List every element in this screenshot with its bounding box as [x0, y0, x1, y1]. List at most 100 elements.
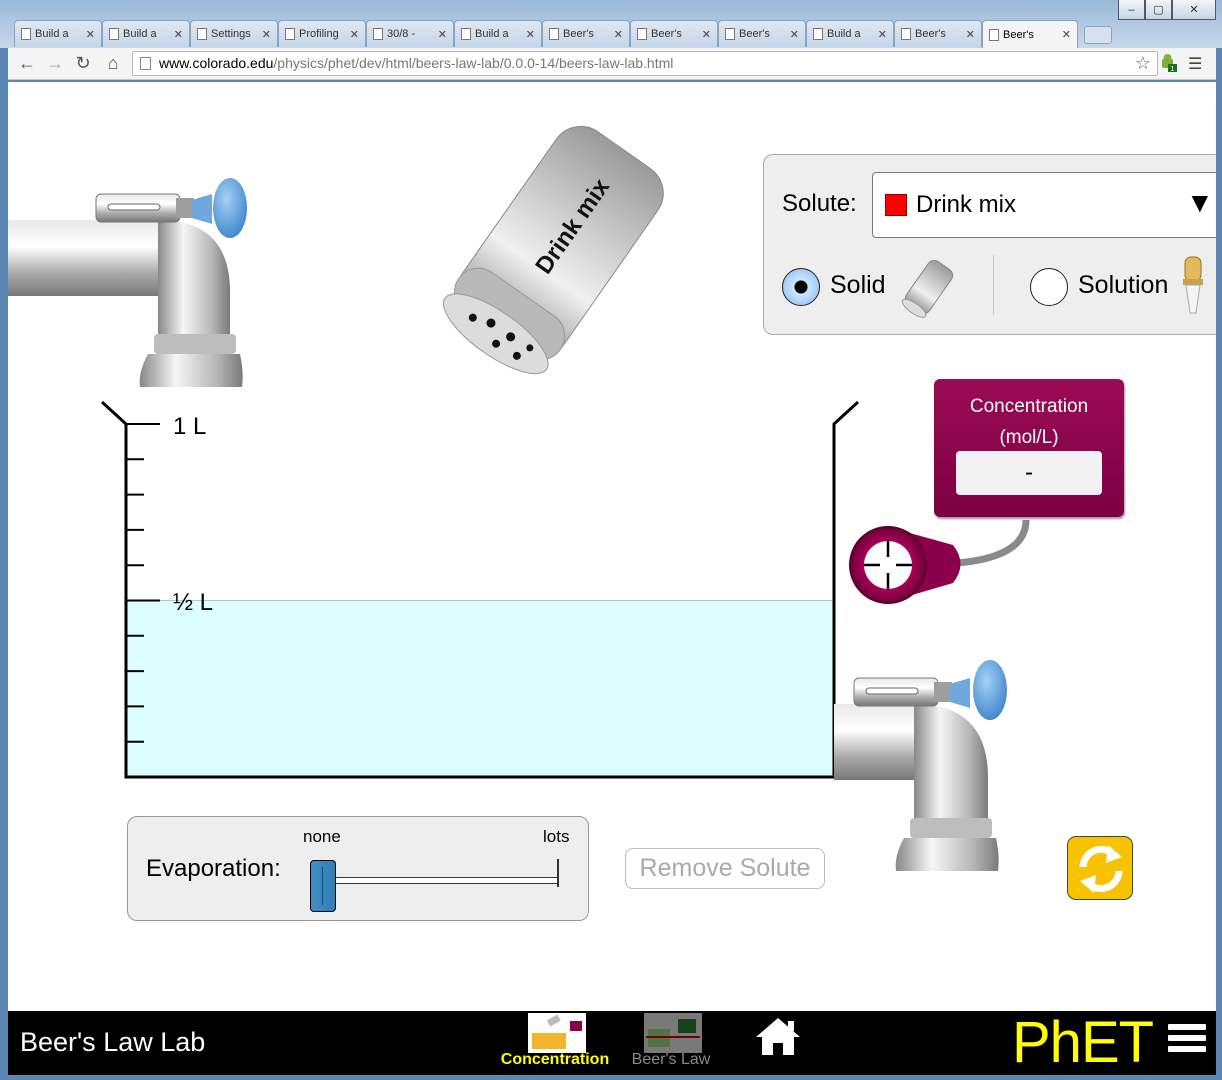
tab-close-icon[interactable]: ✕: [86, 28, 95, 41]
evaporation-max-label: lots: [543, 827, 570, 846]
page-icon: [549, 28, 559, 40]
tab-close-icon[interactable]: ✕: [790, 28, 799, 41]
concentration-probe[interactable]: [849, 526, 961, 604]
tab-close-icon[interactable]: ✕: [614, 28, 623, 41]
minimize-button[interactable]: ‒: [1118, 0, 1145, 20]
browser-tab[interactable]: Beer's ✕: [630, 20, 718, 47]
browser-tab[interactable]: 30/8 - ✕: [366, 20, 454, 47]
solute-combo-box[interactable]: Drink mix ▼: [872, 172, 1216, 238]
browser-tab[interactable]: Build a ✕: [454, 20, 542, 47]
bookmark-star-icon[interactable]: ☆: [1135, 52, 1151, 75]
concentration-title-line1: Concentration: [969, 396, 1089, 417]
phet-logo[interactable]: PhET: [1012, 1009, 1154, 1076]
tab-close-icon[interactable]: ✕: [350, 28, 359, 41]
concentration-screen-icon: [528, 1013, 586, 1053]
simulation-area: Drink mix 1 L ½ L Solute: Drink mix ▼ So…: [8, 82, 1216, 1011]
tab-label: Build a: [123, 28, 157, 40]
beaker: 1 L ½ L: [100, 400, 860, 779]
panel-separator: [993, 255, 994, 315]
back-arrow-icon[interactable]: ←: [16, 52, 38, 74]
evaporation-label: Evaporation:: [146, 855, 281, 882]
solid-radio-button[interactable]: [782, 268, 820, 306]
solvent-faucet[interactable]: [8, 178, 247, 387]
browser-tab[interactable]: Beer's ✕: [542, 20, 630, 47]
evaporation-slider-track[interactable]: [323, 877, 559, 884]
window-controls: ‒ ▢ ✕: [1118, 0, 1216, 20]
url-path: /physics/phet/dev/html/beers-law-lab/0.0…: [273, 55, 674, 71]
phet-menu-icon[interactable]: [1168, 1024, 1206, 1056]
close-window-button[interactable]: ✕: [1172, 0, 1216, 20]
browser-tab[interactable]: Beer's ✕: [982, 20, 1078, 48]
dropper-icon: [1183, 256, 1203, 314]
screen-beers-law-button[interactable]: Beer's Law: [606, 1011, 736, 1075]
beaker-label-1L: 1 L: [173, 413, 206, 440]
forward-arrow-icon[interactable]: →: [44, 52, 66, 74]
page-icon: [725, 28, 735, 40]
reset-all-button[interactable]: [1067, 836, 1133, 900]
solid-label[interactable]: Solid: [830, 271, 886, 300]
tab-close-icon[interactable]: ✕: [966, 28, 975, 41]
screen-concentration-button[interactable]: Concentration: [490, 1011, 620, 1075]
browser-menu-icon[interactable]: ☰: [1188, 54, 1204, 74]
browser-tab[interactable]: Beer's ✕: [894, 20, 982, 47]
tab-close-icon[interactable]: ✕: [702, 28, 711, 41]
tab-close-icon[interactable]: ✕: [878, 28, 887, 41]
tab-label: 30/8 -: [387, 28, 416, 40]
tab-label: Build a: [827, 28, 861, 40]
page-icon: [813, 28, 823, 40]
tab-strip: Build a ✕ Build a ✕ Settings ✕ Profiling ✕ 30/8 …: [14, 20, 1112, 48]
solution-liquid: [127, 600, 833, 777]
browser-toolbar: ← → ↻ ⌂ www.colorado.edu/physics/phet/de…: [8, 48, 1216, 80]
google-icon: [373, 28, 383, 40]
reload-icon[interactable]: ↻: [72, 52, 94, 74]
home-page-icon[interactable]: ⌂: [102, 52, 124, 74]
browser-tab[interactable]: Build a ✕: [102, 20, 190, 47]
tab-close-icon[interactable]: ✕: [262, 28, 271, 41]
page-icon: [461, 28, 471, 40]
solution-radio-button[interactable]: [1030, 268, 1068, 306]
browser-tab[interactable]: Settings ✕: [190, 20, 278, 47]
evaporation-slider-thumb[interactable]: [310, 860, 336, 912]
tab-label: Beer's: [1003, 28, 1034, 41]
tab-label: Beer's: [739, 28, 770, 40]
new-tab-button[interactable]: [1084, 26, 1112, 44]
home-icon[interactable]: [753, 1015, 803, 1057]
browser-tab[interactable]: Build a ✕: [806, 20, 894, 47]
dropdown-arrow-icon[interactable]: ▼: [1186, 187, 1214, 219]
tab-label: Profiling: [299, 28, 339, 40]
solute-label: Solute:: [782, 190, 857, 217]
browser-tab[interactable]: Build a ✕: [14, 20, 102, 47]
beaker-label-half-L: ½ L: [173, 589, 213, 616]
screen-concentration-label: Concentration: [500, 1051, 610, 1068]
selected-solute: Drink mix: [916, 191, 1016, 218]
address-bar[interactable]: www.colorado.edu/physics/phet/dev/html/b…: [132, 51, 1158, 76]
tab-label: Beer's: [915, 28, 946, 40]
concentration-readout: -: [956, 451, 1102, 495]
tab-close-icon[interactable]: ✕: [526, 28, 535, 41]
svg-text:1: 1: [1171, 66, 1175, 73]
tab-label: Build a: [475, 28, 509, 40]
tab-close-icon[interactable]: ✕: [174, 28, 183, 41]
tab-label: Beer's: [651, 28, 682, 40]
phet-navbar: Beer's Law Lab Concentration Beer's Law …: [8, 1009, 1216, 1076]
page-icon: [21, 28, 31, 40]
page-icon: [637, 28, 647, 40]
maximize-button[interactable]: ▢: [1145, 0, 1172, 20]
evaporation-min-label: none: [303, 827, 341, 846]
screen-beers-law-label: Beer's Law: [631, 1051, 711, 1068]
drain-faucet[interactable]: [834, 660, 1007, 871]
shaker-icon: [901, 259, 954, 318]
beers-law-screen-icon: [644, 1013, 702, 1053]
page-icon: [140, 57, 151, 70]
solute-color-swatch: [885, 194, 907, 216]
tab-close-icon[interactable]: ✕: [1062, 28, 1071, 41]
reset-icon: [1079, 845, 1123, 893]
solution-label[interactable]: Solution: [1078, 271, 1168, 300]
android-extension-icon[interactable]: 1: [1158, 53, 1178, 73]
tab-close-icon[interactable]: ✕: [438, 28, 447, 41]
concentration-meter[interactable]: Concentration (mol/L) -: [934, 379, 1124, 517]
solute-shaker[interactable]: Drink mix: [432, 115, 675, 388]
browser-tab[interactable]: Beer's ✕: [718, 20, 806, 47]
browser-tab[interactable]: Profiling ✕: [278, 20, 366, 47]
remove-solute-button[interactable]: Remove Solute: [625, 848, 825, 889]
